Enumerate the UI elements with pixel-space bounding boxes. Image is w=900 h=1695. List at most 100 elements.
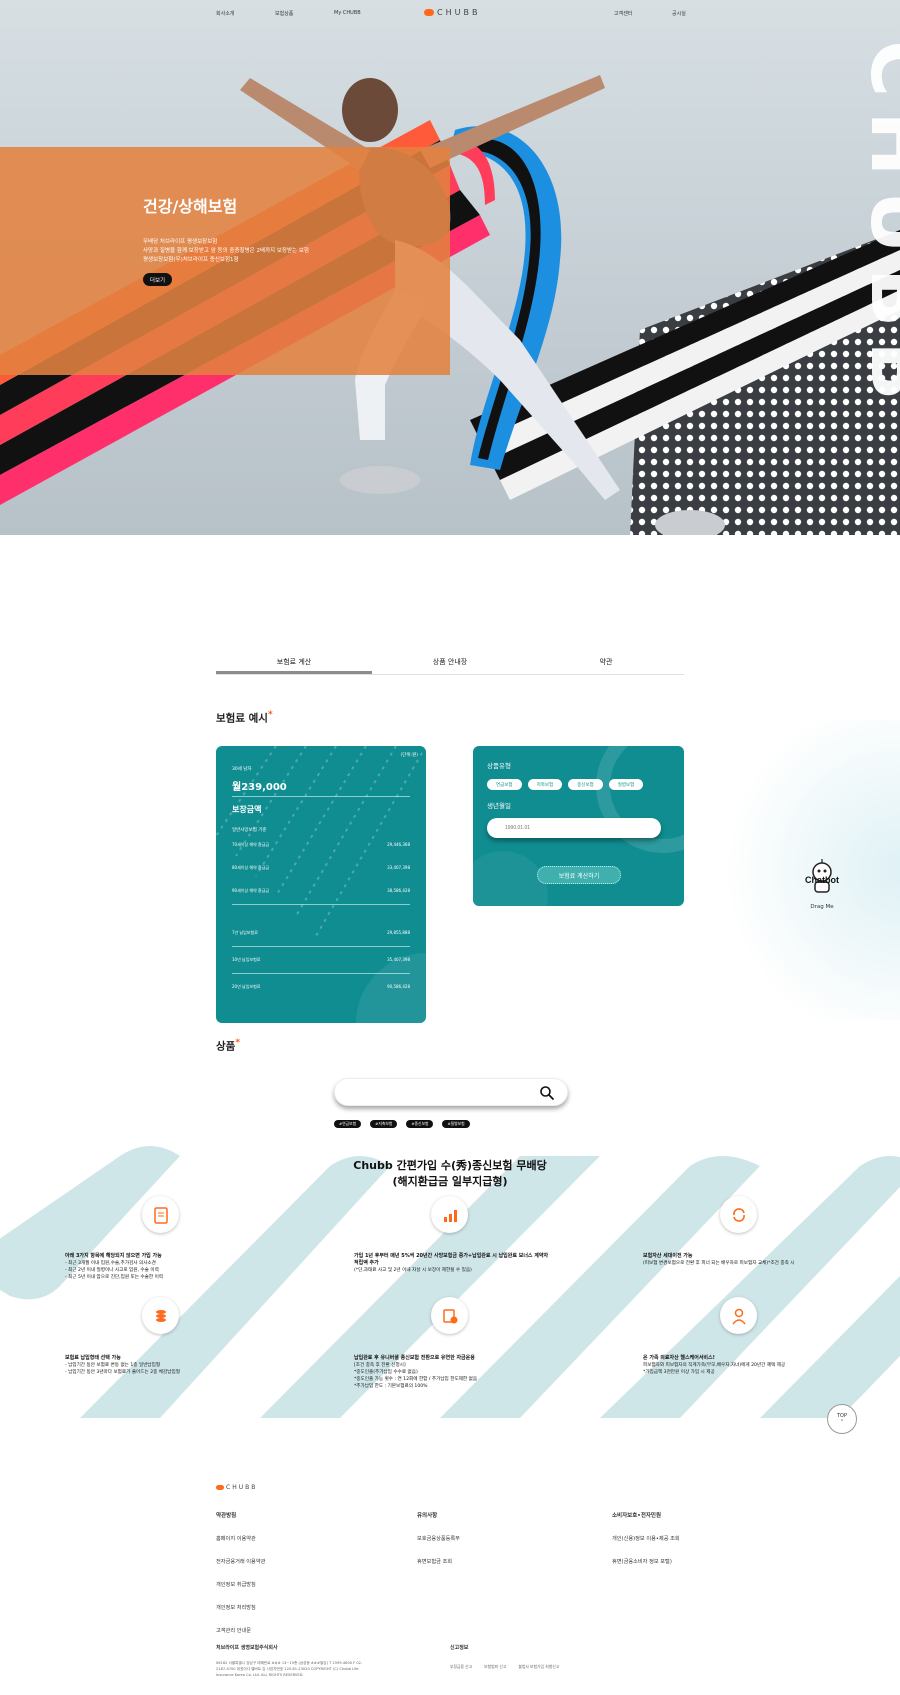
- monthly-label: 30세 남자: [232, 767, 252, 772]
- feature-item: 보험자산 세대이전 가능 (피보험 변경보험으로 전환 후 피너 되는 배우자로…: [643, 1253, 843, 1267]
- chip-whole-life[interactable]: 종신보험: [568, 779, 603, 790]
- payment-row: 7년 납입보험료 29,855,888: [232, 930, 410, 936]
- chatbot-widget[interactable]: Chatbot Drag Me: [800, 858, 844, 910]
- payment-row: 20년 납입보험료 90,586,428: [232, 984, 410, 990]
- nav-disclosure[interactable]: 공시실: [672, 10, 686, 17]
- tab-terms[interactable]: 약관: [528, 655, 684, 674]
- row-value: 35,407,398: [387, 957, 410, 962]
- footer-address: 06162 서울특별시 강남구 테헤란로 ### 13~15층 (삼성동 ###…: [216, 1661, 363, 1677]
- product-tags: #연금보험 #저축보험 #종신보험 #질병보험: [334, 1120, 470, 1128]
- tag-whole-life[interactable]: #종신보험: [406, 1120, 434, 1128]
- logo-mark-icon: [424, 9, 434, 16]
- row-value: 29,855,888: [387, 930, 410, 935]
- coverage-row: 80세이상 해약 환급금 33,407,398: [232, 865, 410, 871]
- footer-notice-links: 부정금융 신고 보험범죄 신고 불법사 보험가입 처벌신고: [450, 1664, 559, 1670]
- footer-link[interactable]: 개인(신용)정보 이용•제공 조회: [612, 1535, 680, 1542]
- nav-company[interactable]: 회사소개: [216, 10, 234, 17]
- footer-col-notices: 유의사항 보호금융상품등록부 휴면보험금 조회: [417, 1511, 460, 1581]
- divider: [232, 973, 410, 974]
- logo-mark-icon: [216, 1485, 224, 1490]
- feature-line: *중도인출(추가납입 수수료 없음): [354, 1370, 418, 1375]
- growth-chart-icon: [431, 1196, 468, 1233]
- chip-pension[interactable]: 연금보험: [487, 779, 522, 790]
- tab-product-guide[interactable]: 상품 안내장: [372, 655, 528, 674]
- product-search-input[interactable]: [349, 1086, 529, 1100]
- feature-line: 피보험자와 피보험자의 직계가족(부모,배우자,자녀)에게 20년간 혜택 제공: [643, 1363, 786, 1368]
- footer-link[interactable]: 전자금융거래 이용약관: [216, 1558, 265, 1565]
- footer-notice-link[interactable]: 보험범죄 신고: [484, 1664, 506, 1670]
- premium-title-text: 보험료 예시: [216, 712, 268, 725]
- feature-line: *가입금액 3천만원 이상 가입 시 제공: [643, 1370, 715, 1375]
- coverage-row: 70세이상 해약 환급금 29,446,368: [232, 842, 410, 848]
- hero-desc-line: 사망과 질병을 함께 보장받고 암 등의 중증질병은 2배까지 보장받는 보험: [143, 248, 309, 254]
- tab-premium-calc[interactable]: 보험료 계산: [216, 655, 372, 674]
- featured-title: Chubb 간편가입 수(秀)종신보험 무배당 (해지환급금 일부지급형): [0, 1158, 900, 1190]
- feature-title: 온 가족 의료자산 헬스케어서비스!: [643, 1355, 715, 1361]
- footer-col-consumer: 소비자보호•전자민원 개인(신용)정보 이용•제공 조회 휴면(금융소비자 정보…: [612, 1511, 680, 1581]
- row-label: 10년 납입보험료: [232, 957, 261, 962]
- footer-link[interactable]: 홈페이지 이용약관: [216, 1535, 265, 1542]
- tag-pension[interactable]: #연금보험: [334, 1120, 362, 1128]
- feature-line: - 납입기간 동안 3년마다 보험료가 줄어드는 2종 체감납입형: [65, 1370, 180, 1375]
- hero-more-button[interactable]: 더보기: [143, 273, 172, 286]
- tag-savings[interactable]: #저축보험: [370, 1120, 398, 1128]
- product-type-chips: 연금보험 저축보험 종신보험 질병보험: [487, 779, 644, 790]
- chip-disease[interactable]: 질병보험: [608, 779, 644, 790]
- footer-link[interactable]: 개인정보 처리방침: [216, 1604, 265, 1611]
- coverage-title: 보장금액: [232, 805, 262, 814]
- nav-products[interactable]: 보험상품: [275, 10, 293, 17]
- feature-line: [조건 충족 후 전환 신청시]: [354, 1363, 406, 1368]
- feature-line: (피보험 변경보험으로 전환 후 피너 되는 배우자로 피보험자 교체)*조건 …: [643, 1261, 795, 1266]
- footer-link[interactable]: 개인정보 취급방침: [216, 1581, 265, 1588]
- featured-title-line: (해지환급금 일부지급형): [392, 1175, 508, 1188]
- feature-item: 납입완료 후 유니버셜 종신보험 전환으로 유연한 자금운용 [조건 충족 후 …: [354, 1355, 564, 1390]
- footer-link[interactable]: 휴면(금융소비자 정보 포털): [612, 1558, 680, 1565]
- caregiver-icon: [720, 1297, 757, 1334]
- logo-text: CHUBB: [437, 8, 481, 17]
- nav-my-chubb[interactable]: My CHUBB: [334, 10, 361, 16]
- birthdate-input[interactable]: [487, 818, 661, 838]
- footer-link[interactable]: 휴면보험금 조회: [417, 1558, 460, 1565]
- row-label: 70세이상 해약 환급금: [232, 842, 270, 847]
- unit-label: (단위:원): [400, 753, 418, 758]
- footer-company-name: 처브라이프 생명보험주식회사: [216, 1645, 278, 1651]
- robot-icon: Chatbot: [805, 859, 839, 893]
- row-label: 7년 납입보험료: [232, 930, 258, 935]
- premium-section-title: 보험료 예시*: [216, 710, 273, 725]
- row-label: 90세이상 해약 환급금: [232, 888, 270, 893]
- chatbot-name: Chatbot: [805, 875, 839, 885]
- feature-line: *중도인출 가능 횟수 : 연 12회에 한함 / 추가납입 한도제한 없음: [354, 1377, 478, 1382]
- footer-logo: CHUBB: [216, 1484, 257, 1491]
- search-icon[interactable]: [539, 1085, 555, 1101]
- footer-link[interactable]: 고객관리 안내문: [216, 1627, 265, 1634]
- footer-col-title: 소비자보호•전자민원: [612, 1513, 662, 1519]
- footer-notice-title: 신고정보: [450, 1645, 469, 1651]
- tag-disease[interactable]: #질병보험: [442, 1120, 470, 1128]
- refresh-icon: [720, 1196, 757, 1233]
- birthdate-label: 생년월일: [487, 802, 511, 810]
- nav-customer-center[interactable]: 고객센터: [614, 10, 632, 17]
- row-label: 80세이상 해약 환급금: [232, 865, 270, 870]
- product-type-label: 상품유형: [487, 762, 511, 770]
- calculate-premium-button[interactable]: 보험료 계산하기: [537, 866, 621, 884]
- footer-col-title: 유의사항: [417, 1513, 438, 1519]
- monthly-premium-value: 월239,000: [232, 782, 287, 793]
- row-value: 90,586,428: [387, 984, 410, 989]
- feature-line: - 최근 2년 이내 질병이나 사고로 입원, 수술 이력: [65, 1268, 159, 1273]
- scroll-top-button[interactable]: TOP ⌃: [827, 1404, 857, 1434]
- chip-savings[interactable]: 저축보험: [527, 779, 563, 790]
- coverage-subtitle: 일반사망보험 기준: [232, 828, 267, 833]
- footer-notice-link[interactable]: 불법사 보험가입 처벌신고: [518, 1664, 559, 1670]
- footer-notice-link[interactable]: 부정금융 신고: [450, 1664, 472, 1670]
- footer-link[interactable]: 보호금융상품등록부: [417, 1535, 460, 1542]
- clipboard-icon: [142, 1196, 179, 1233]
- row-label: 20년 납입보험료: [232, 984, 261, 989]
- feature-line: (*단,과태료 사고 및 2년 이내 자살 시 보장이 제한될 수 있음): [354, 1268, 472, 1273]
- premium-calculator-form: 상품유형 연금보험 저축보험 종신보험 질병보험 생년월일 보험료 계산하기: [473, 746, 684, 906]
- content-tabs: 보험료 계산 상품 안내장 약관: [216, 655, 684, 675]
- hero-banner: 건강/상해보험 무배당 처브라이프 평생보장보험 사망과 질병을 함께 보장받고…: [0, 0, 900, 535]
- divider: [232, 796, 410, 797]
- feature-line: *추가납입 한도 : 기본보험료의 100%: [354, 1384, 428, 1389]
- feature-line: - 납입기간 동안 보험료 변동 없는 1종 일반납입형: [65, 1363, 161, 1368]
- chubb-logo[interactable]: CHUBB: [424, 8, 480, 17]
